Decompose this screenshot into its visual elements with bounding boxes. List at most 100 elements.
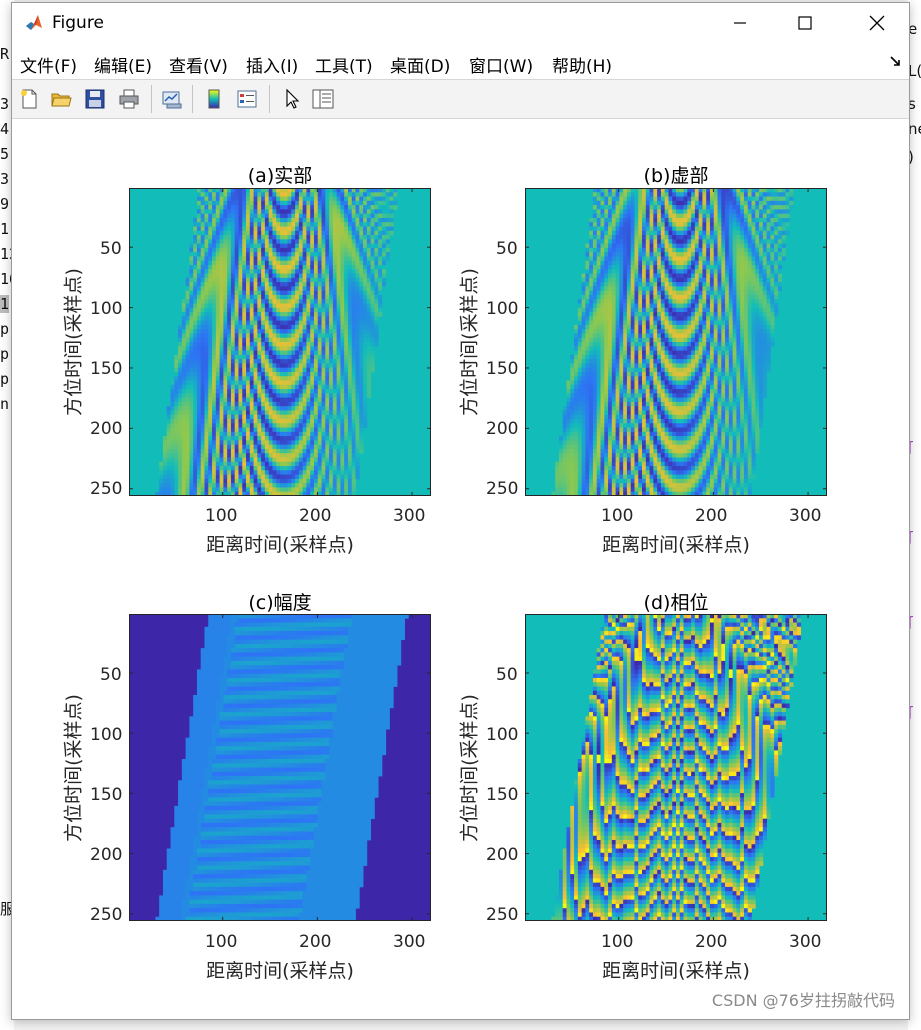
legend-button[interactable] (234, 86, 260, 112)
heatmap-cell (623, 196, 628, 202)
heatmap-cell (736, 265, 741, 270)
heatmap-cell (347, 307, 353, 313)
heatmap-cell (317, 337, 322, 343)
heatmap-cell (306, 235, 311, 240)
heatmap-cell (374, 196, 379, 202)
heatmap-cell (264, 461, 270, 467)
heatmap-cell (340, 401, 345, 407)
heatmap-cell (196, 427, 202, 433)
heatmap-cell (215, 342, 220, 347)
heatmap-cell (170, 427, 175, 433)
heatmap-cell (295, 354, 300, 360)
heatmap-cell (249, 265, 254, 270)
heatmap-cell (204, 419, 209, 424)
heatmap-cell (336, 273, 341, 279)
heatmap-cell (325, 436, 330, 441)
maximize-button[interactable] (782, 3, 828, 43)
heatmap-cell (306, 260, 311, 266)
menu-desktop[interactable]: 桌面(D) (390, 52, 450, 77)
heatmap-cell (283, 294, 288, 300)
heatmap-cell (310, 457, 315, 463)
heatmap-cell (200, 367, 205, 373)
new-figure-button[interactable] (16, 86, 42, 112)
heatmap-real-part[interactable] (129, 188, 431, 496)
heatmap-cell (687, 222, 692, 227)
heatmap-cell (204, 431, 209, 437)
heatmap-cell (317, 466, 322, 471)
heatmap-cell (306, 401, 311, 407)
title-bar[interactable]: Figure (12, 3, 909, 43)
heatmap-cell (736, 243, 741, 249)
heatmap-cell (329, 444, 334, 450)
heatmap-cell (691, 205, 696, 210)
print-button[interactable] (116, 86, 142, 112)
menu-window[interactable]: 窗口(W) (469, 52, 533, 77)
heatmap-cell (626, 209, 632, 215)
heatmap-cell (189, 376, 194, 381)
heatmap-cell (645, 235, 650, 240)
heatmap-cell (774, 196, 779, 202)
heatmap-cell (272, 337, 277, 343)
heatmap-cell (264, 444, 270, 450)
heatmap-cell (649, 269, 654, 274)
heatmap-cell (634, 226, 639, 232)
heatmap-cell (268, 320, 273, 326)
heatmap-cell (219, 243, 224, 249)
property-inspector-button[interactable] (310, 86, 336, 112)
heatmap-cell (751, 265, 756, 270)
menu-edit[interactable]: 编辑(E) (94, 52, 152, 77)
heatmap-cell (230, 192, 236, 197)
axes-a[interactable] (129, 188, 431, 496)
heatmap-cell (189, 346, 194, 351)
heatmap-cell (638, 260, 643, 266)
heatmap-cell (276, 342, 281, 347)
pointer-button[interactable] (279, 86, 305, 112)
heatmap-cell (378, 196, 383, 202)
heatmap-cell (291, 269, 296, 274)
heatmap-cell (234, 423, 239, 428)
heatmap-cell (196, 222, 202, 227)
heatmap-cell (751, 226, 756, 232)
heatmap-cell (257, 384, 262, 390)
heatmap-imaginary-part[interactable] (525, 188, 827, 496)
heatmap-cell (264, 260, 270, 266)
heatmap-cell (298, 470, 304, 476)
figure-canvas[interactable]: (a)实部 距离时间(采样点) 方位时间(采样点) 100 200 300 50… (12, 120, 909, 1019)
axes-b[interactable] (525, 188, 827, 496)
menu-file[interactable]: 文件(F) (20, 52, 77, 77)
heatmap-cell (762, 256, 767, 262)
heatmap-cell (592, 205, 598, 210)
menu-insert[interactable]: 插入(I) (246, 52, 298, 77)
heatmap-cell (378, 312, 383, 317)
heatmap-cell (302, 470, 307, 476)
heatmap-cell (585, 256, 590, 262)
minimize-button[interactable] (717, 3, 763, 43)
menu-tools[interactable]: 工具(T) (315, 52, 373, 77)
heatmap-cell (706, 265, 711, 270)
heatmap-cell (336, 277, 341, 283)
heatmap-cell (355, 230, 360, 236)
heatmap-cell (268, 470, 273, 476)
heatmap-cell (785, 192, 790, 197)
link-plot-button[interactable] (159, 86, 185, 112)
dock-arrow-icon[interactable] (889, 55, 901, 67)
heatmap-cell (234, 320, 239, 326)
heatmap-cell (770, 269, 775, 274)
heatmap-cell (174, 367, 179, 373)
heatmap-cell (219, 371, 224, 377)
heatmap-cell (185, 346, 190, 351)
save-button[interactable] (82, 86, 108, 112)
menu-view[interactable]: 查看(V) (169, 52, 228, 77)
colorbar-button[interactable] (201, 86, 227, 112)
heatmap-cell (295, 290, 300, 296)
heatmap-cell (329, 436, 334, 441)
heatmap-cell (196, 299, 202, 304)
menu-help[interactable]: 帮助(H) (552, 52, 612, 77)
heatmap-cell (261, 247, 266, 253)
heatmap-cell (298, 196, 304, 202)
heatmap-cell (332, 350, 338, 356)
open-file-button[interactable] (48, 86, 74, 112)
heatmap-cell (276, 470, 281, 476)
heatmap-cell (766, 213, 771, 219)
close-button[interactable] (854, 3, 900, 43)
